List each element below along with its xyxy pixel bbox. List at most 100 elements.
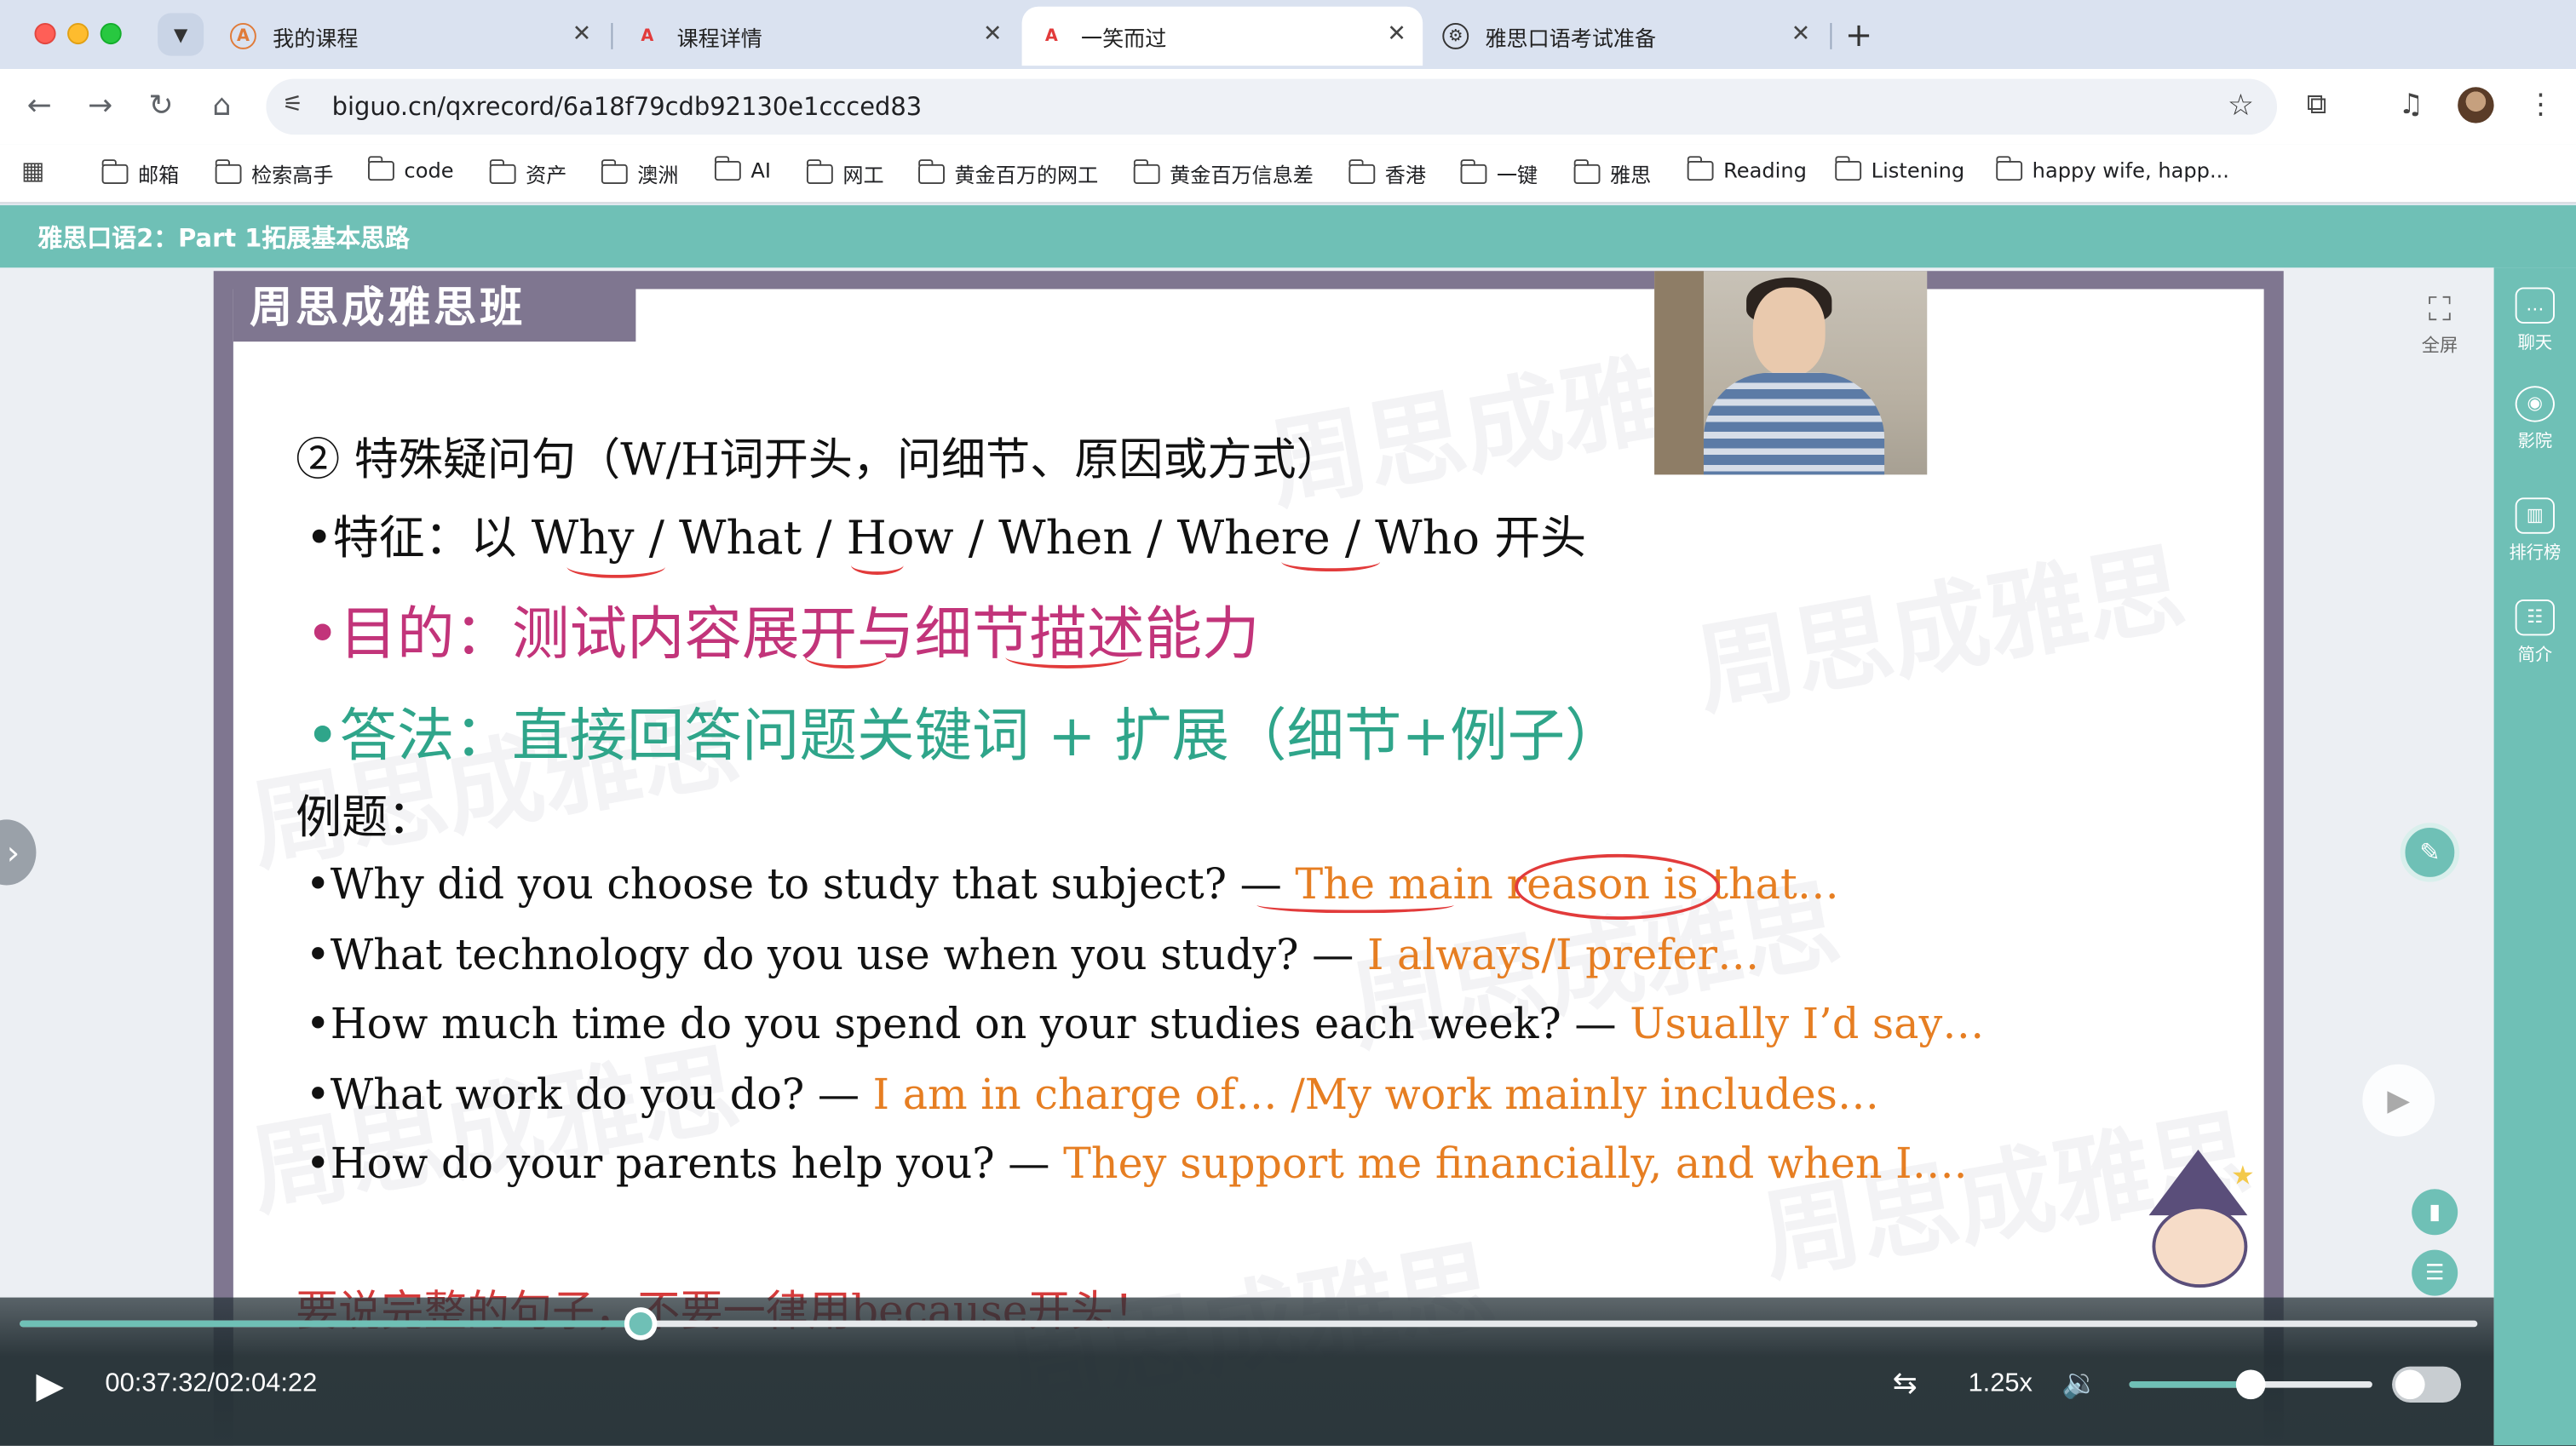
close-icon[interactable]: ✕: [572, 21, 592, 48]
more-menu-icon[interactable]: ⋮: [2527, 89, 2555, 122]
bookmark-folder[interactable]: 检索高手: [214, 158, 334, 189]
volume-thumb[interactable]: [2235, 1369, 2266, 1400]
bookmark-button[interactable]: ▮: [2412, 1189, 2458, 1236]
folder-icon: [600, 158, 628, 184]
bookmark-folder[interactable]: code: [367, 155, 454, 183]
bookmark-folder[interactable]: Listening: [1834, 155, 1964, 182]
progress-bar[interactable]: [20, 1307, 2478, 1340]
bookmark-folder[interactable]: AI: [713, 155, 771, 183]
bookmark-folder[interactable]: 网工: [805, 158, 884, 189]
maximize-window-button[interactable]: [100, 23, 122, 45]
bookmark-folder[interactable]: 邮箱: [101, 158, 179, 189]
bookmark-label: 检索高手: [251, 162, 334, 187]
example-question: •Why did you choose to study that subjec…: [305, 860, 1296, 910]
annotation-scribble: [566, 555, 666, 578]
fullscreen-icon: ⛶: [2428, 289, 2452, 329]
bookmark-label: code: [404, 158, 454, 183]
bookmark-folder[interactable]: happy wife, happ...: [1995, 155, 2229, 182]
annotation-scribble: [1256, 897, 1454, 914]
star-icon: ★: [2231, 1159, 2255, 1191]
tab-strip: ▼ A 我的课程 ✕ A 课程详情 ✕ A 一笑而过 ✕ ⚙ 雅思口语考试准备 …: [0, 0, 2576, 70]
course-logo-icon: A: [230, 23, 256, 49]
volume-fill: [2129, 1380, 2251, 1388]
bookmark-folder[interactable]: Reading: [1686, 155, 1807, 182]
apps-grid-icon[interactable]: ▦: [21, 156, 44, 186]
play-overlay-button[interactable]: ▶: [2362, 1064, 2435, 1137]
profile-avatar[interactable]: [2458, 87, 2494, 123]
url-text[interactable]: biguo.cn/qxrecord/6a18f79cdb92130e1ccced…: [332, 92, 923, 122]
chevron-right-icon: ›: [6, 832, 20, 873]
bookmark-folder[interactable]: 黄金百万信息差: [1132, 158, 1314, 189]
list-icon: ☰: [2424, 1260, 2445, 1286]
mascot-image: ★: [2136, 1150, 2267, 1307]
side-panel-toggle[interactable]: ›: [0, 819, 37, 886]
subtitle-toggle[interactable]: [2392, 1366, 2462, 1403]
bookmark-label: 网工: [842, 162, 884, 187]
reload-icon[interactable]: ↻: [143, 89, 179, 123]
bookmark-folder[interactable]: 一键: [1459, 158, 1538, 189]
bookmark-label: 澳洲: [637, 162, 679, 187]
rail-chat[interactable]: … 聊天: [2494, 287, 2576, 355]
close-icon[interactable]: ✕: [983, 21, 1003, 48]
home-icon[interactable]: ⌂: [204, 89, 239, 123]
bookmark-folder[interactable]: 资产: [488, 158, 567, 189]
playback-speed[interactable]: 1.25x: [1968, 1369, 2032, 1399]
app-root: ▼ A 我的课程 ✕ A 课程详情 ✕ A 一笑而过 ✕ ⚙ 雅思口语考试准备 …: [0, 0, 2576, 1446]
media-control-icon[interactable]: ♫: [2399, 89, 2424, 122]
bookmark-folder[interactable]: 黄金百万的网工: [917, 158, 1098, 189]
course-logo-icon: A: [641, 26, 654, 46]
ranking-icon: ▥: [2515, 497, 2555, 534]
tab-search-button[interactable]: ▼: [158, 13, 204, 56]
close-window-button[interactable]: [34, 23, 56, 45]
webcam-face: [1752, 287, 1826, 376]
tab-course-detail[interactable]: A 课程详情 ✕: [618, 7, 1019, 66]
folder-icon: [805, 158, 833, 184]
progress-thumb[interactable]: [624, 1307, 658, 1340]
bookmark-label: AI: [750, 158, 771, 183]
bookmark-folder[interactable]: 雅思: [1573, 158, 1651, 189]
note-icon: ✎: [2419, 837, 2441, 868]
example-answer: They support me financially, and when I……: [1063, 1139, 1968, 1190]
folder-icon: [367, 155, 394, 181]
new-tab-button[interactable]: +: [1845, 14, 1872, 54]
tab-ielts-prep[interactable]: ⚙ 雅思口语考试准备 ✕: [1426, 7, 1827, 66]
back-arrow-icon[interactable]: ←: [21, 89, 57, 123]
bookmark-label: 黄金百万信息差: [1170, 162, 1314, 187]
slide-examples-label: 例题：: [296, 789, 434, 845]
minimize-window-button[interactable]: [67, 23, 89, 45]
fullscreen-label: 全屏: [2421, 335, 2458, 357]
annotation-scribble: [1005, 646, 1129, 668]
rail-intro[interactable]: ☷ 简介: [2494, 599, 2576, 667]
example-answer: I am in charge of… /My work mainly inclu…: [872, 1070, 1880, 1121]
bookmark-folder[interactable]: 澳洲: [600, 158, 679, 189]
folder-icon: [1995, 155, 2023, 181]
extensions-icon[interactable]: ⧉: [2307, 89, 2326, 122]
site-settings-icon[interactable]: ⚟: [283, 92, 303, 118]
course-header: 雅思口语2：Part 1拓展基本思路: [0, 205, 2576, 268]
tab-my-courses[interactable]: A 我的课程 ✕: [214, 7, 608, 66]
chat-icon: …: [2515, 287, 2555, 324]
volume-slider[interactable]: [2129, 1369, 2372, 1400]
rail-cinema[interactable]: ◉ 影院: [2494, 386, 2576, 453]
close-icon[interactable]: ✕: [1387, 21, 1406, 48]
folder-icon: [917, 158, 945, 184]
chatgpt-icon: ⚙: [1442, 23, 1469, 49]
play-button[interactable]: ▶: [36, 1367, 64, 1408]
example-question: •What work do you do? —: [305, 1070, 873, 1121]
forward-arrow-icon[interactable]: →: [82, 89, 118, 123]
tab-active-video[interactable]: A 一笑而过 ✕: [1021, 6, 1423, 66]
chapter-list-button[interactable]: ☰: [2412, 1249, 2458, 1296]
bookmark-star-icon[interactable]: ☆: [2228, 89, 2254, 123]
rail-ranking[interactable]: ▥ 排行榜: [2494, 497, 2576, 565]
bookmark-label: 资产: [526, 162, 567, 187]
close-icon[interactable]: ✕: [1791, 21, 1811, 48]
example-question: •How do your parents help you? —: [305, 1139, 1064, 1190]
volume-icon[interactable]: 🔉: [2061, 1367, 2098, 1402]
fullscreen-button[interactable]: ⛶ 全屏: [2408, 289, 2470, 358]
switch-line-icon[interactable]: ⇆: [1893, 1367, 1918, 1402]
bookmark-folder[interactable]: 香港: [1348, 158, 1426, 189]
address-bar[interactable]: ⚟ biguo.cn/qxrecord/6a18f79cdb92130e1ccc…: [266, 78, 2278, 135]
notes-button[interactable]: ✎: [2400, 823, 2460, 882]
teacher-webcam: [1654, 271, 1928, 475]
video-player[interactable]: 周思成雅思班 周思成雅思 周思成雅思 周思成雅思 周思成雅思 周思成雅思 周思成…: [0, 267, 2494, 1446]
